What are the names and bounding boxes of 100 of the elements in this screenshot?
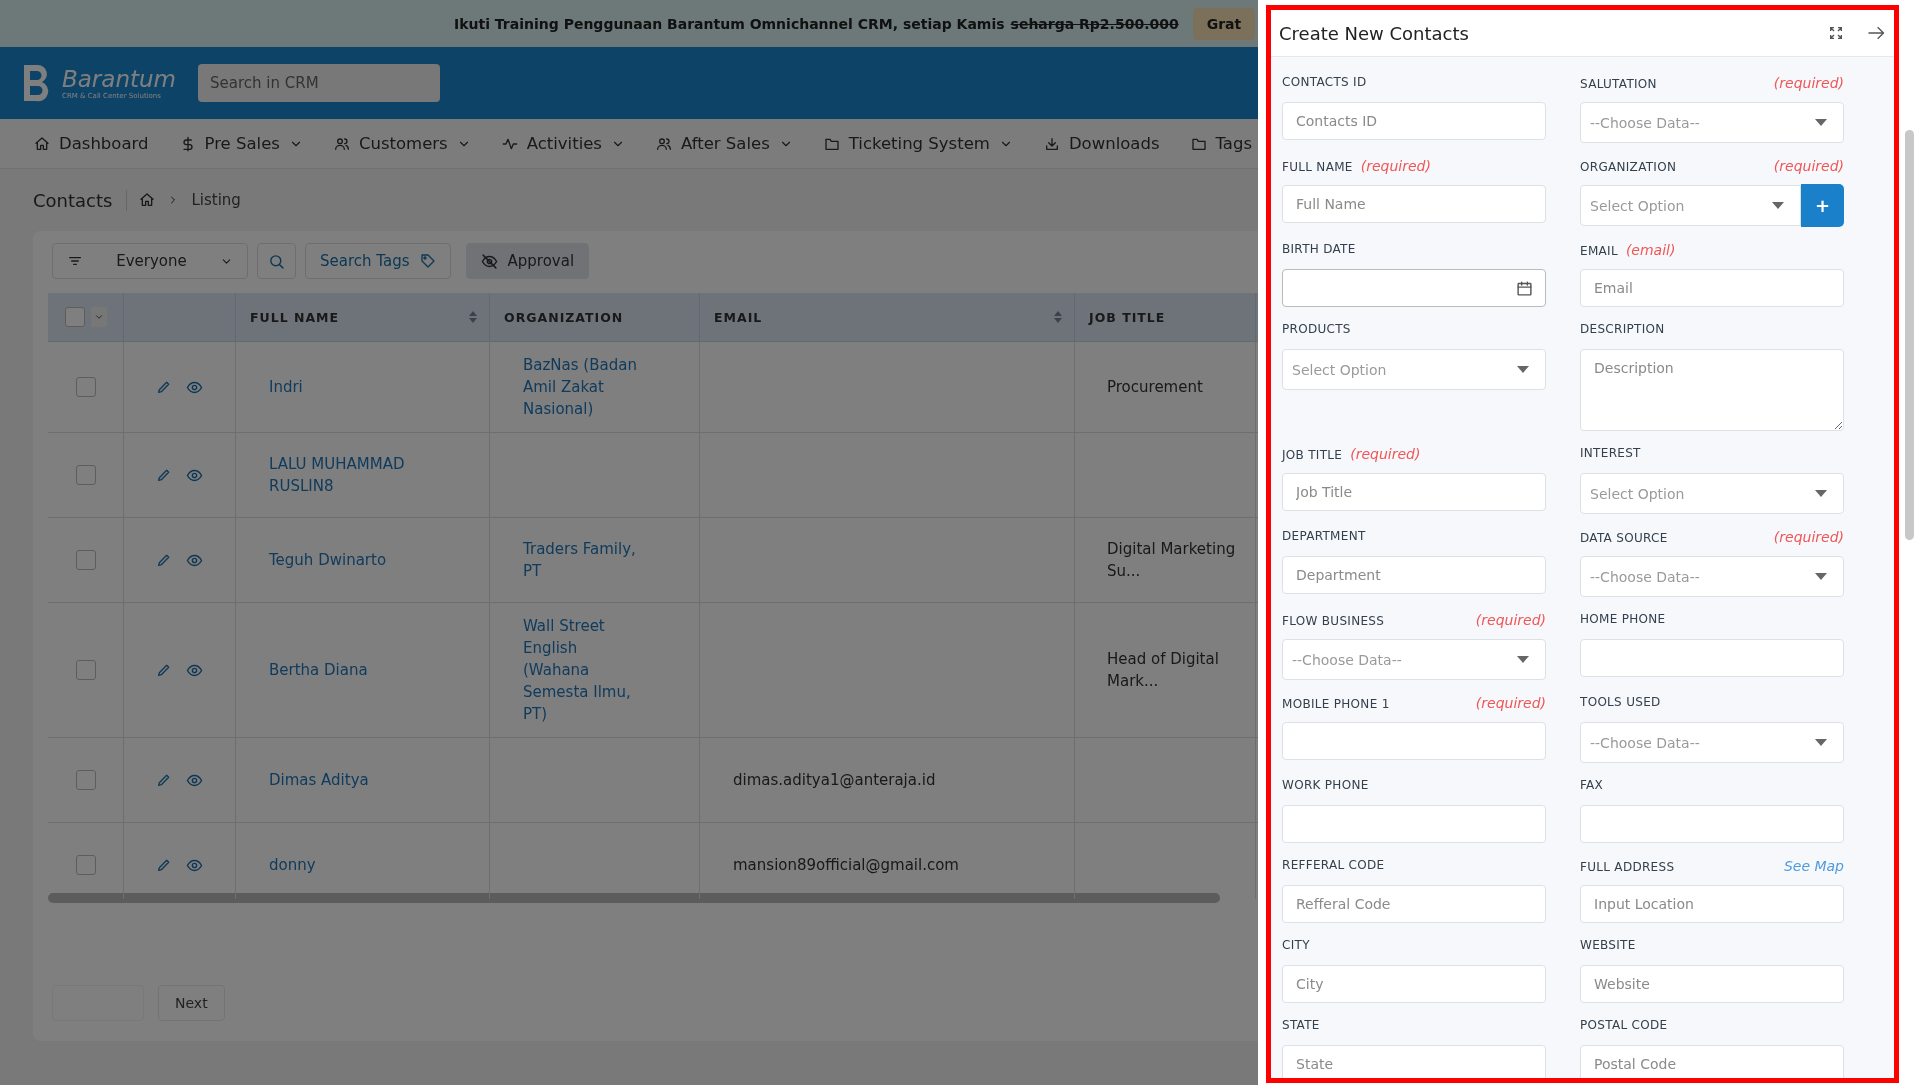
text-area[interactable]: Description: [1580, 349, 1844, 431]
text-field[interactable]: Input Location: [1580, 885, 1844, 923]
dropdown-caret-icon: [1815, 739, 1827, 746]
dropdown-caret-icon: [1815, 573, 1827, 580]
field-label: TOOLS USED: [1580, 695, 1661, 709]
download-icon: [1043, 135, 1060, 152]
search-button[interactable]: [257, 243, 296, 279]
nav-item[interactable]: Pre Sales: [179, 134, 303, 153]
field-label: REFFERAL CODE: [1282, 858, 1385, 872]
select-field[interactable]: Select Option: [1282, 349, 1546, 390]
date-field[interactable]: [1282, 269, 1546, 307]
row-checkbox[interactable]: [75, 377, 96, 397]
nav-item[interactable]: Dashboard: [34, 134, 149, 153]
select-field[interactable]: --Choose Data--: [1282, 639, 1546, 680]
text-field[interactable]: [1580, 639, 1844, 677]
contact-name-link[interactable]: donny: [269, 854, 316, 876]
old-price: seharga Rp2.500.000: [1010, 15, 1179, 32]
text-field[interactable]: [1282, 805, 1546, 843]
select-field[interactable]: Select Option: [1580, 473, 1844, 514]
select-field[interactable]: --Choose Data--: [1580, 722, 1844, 763]
add-button[interactable]: +: [1801, 184, 1844, 227]
field-label: BIRTH DATE: [1282, 242, 1356, 256]
expand-icon[interactable]: [1828, 25, 1844, 41]
email-cell-text: mansion89official@gmail.com: [733, 855, 959, 876]
text-field[interactable]: [1282, 722, 1546, 760]
vertical-scrollbar[interactable]: [1905, 130, 1914, 540]
column-header: FULL NAME: [250, 309, 340, 325]
select-field[interactable]: --Choose Data--: [1580, 556, 1844, 597]
sort-icon[interactable]: [469, 311, 477, 323]
approval-button[interactable]: Approval: [465, 243, 590, 279]
banner-button[interactable]: Grat: [1192, 7, 1256, 40]
row-checkbox[interactable]: [75, 855, 96, 875]
filter-dropdown[interactable]: Everyone: [52, 243, 248, 279]
field-hint: (required): [1475, 612, 1546, 628]
text-field[interactable]: City: [1282, 965, 1546, 1003]
search-field[interactable]: Search in CRM: [198, 64, 440, 102]
nav-item[interactable]: Customers: [333, 134, 471, 153]
home-icon: [139, 192, 156, 208]
contact-name-link[interactable]: Teguh Dwinarto: [269, 549, 387, 571]
breadcrumb-item: Listing: [191, 191, 241, 209]
banner-text: Ikuti Training Penggunaan Barantum Omnichannel CRM, setiap Kamis: [454, 15, 1005, 32]
field-label: FAX: [1580, 778, 1604, 792]
row-checkbox[interactable]: [75, 770, 96, 790]
contact-name-link[interactable]: Indri: [269, 376, 303, 398]
text-field[interactable]: Contacts ID: [1282, 102, 1546, 140]
see-map-link[interactable]: See Map: [1783, 858, 1844, 874]
users-icon: [655, 135, 672, 152]
brand-name: Barantum: [62, 65, 176, 92]
organization-link[interactable]: Traders Family, PT: [523, 538, 645, 582]
text-field[interactable]: Email: [1580, 269, 1844, 307]
search-tags-button[interactable]: Search Tags: [305, 243, 451, 279]
select-field[interactable]: --Choose Data--: [1580, 102, 1844, 143]
select-field[interactable]: Select Option: [1580, 185, 1801, 226]
eye-off-icon: [480, 252, 498, 270]
chevron-down-icon: [93, 312, 104, 322]
field-label: CONTACTS ID: [1282, 75, 1367, 89]
column-header: EMAIL: [714, 309, 763, 325]
panel-title: Create New Contacts: [1279, 22, 1470, 44]
next-button[interactable]: Next: [158, 985, 225, 1021]
text-field[interactable]: [1580, 805, 1844, 843]
field-label: WEBSITE: [1580, 938, 1636, 952]
text-field[interactable]: Job Title: [1282, 473, 1546, 511]
dropdown-caret-icon: [1517, 366, 1529, 373]
field-hint: (required): [1773, 75, 1844, 91]
edit-icon: [156, 772, 172, 788]
text-field[interactable]: Full Name: [1282, 185, 1546, 223]
row-checkbox[interactable]: [75, 465, 96, 485]
text-field[interactable]: Refferal Code: [1282, 885, 1546, 923]
field-label: HOME PHONE: [1580, 612, 1666, 626]
row-checkbox[interactable]: [75, 660, 96, 680]
contact-name-link[interactable]: Bertha Diana: [269, 659, 368, 681]
text-field[interactable]: Department: [1282, 556, 1546, 594]
field-label: PRODUCTS: [1282, 322, 1351, 336]
nav-item[interactable]: Downloads: [1043, 134, 1160, 153]
job-title-cell-text: Digital Marketing Su...: [1107, 539, 1237, 582]
field-label: FULL ADDRESS: [1580, 860, 1675, 874]
field-label: POSTAL CODE: [1580, 1018, 1668, 1032]
text-field[interactable]: Website: [1580, 965, 1844, 1003]
text-field[interactable]: State: [1282, 1045, 1546, 1078]
horizontal-scrollbar[interactable]: [48, 893, 1220, 903]
field-label: DESCRIPTION: [1580, 322, 1665, 336]
text-field[interactable]: Postal Code: [1580, 1045, 1844, 1078]
nav-item[interactable]: Activities: [501, 134, 625, 153]
field-label: DEPARTMENT: [1282, 529, 1366, 543]
select-all-checkbox[interactable]: [64, 307, 85, 327]
contact-name-link[interactable]: LALU MUHAMMAD RUSLIN8: [269, 453, 439, 497]
field-label: CITY: [1282, 938, 1310, 952]
organization-link[interactable]: Wall Street English (Wahana Semesta Ilmu, PT): [523, 615, 645, 725]
nav-item[interactable]: Ticketing System: [823, 134, 1013, 153]
field-label: DATA SOURCE: [1580, 531, 1668, 545]
nav-item[interactable]: After Sales: [655, 134, 793, 153]
select-menu-button[interactable]: [90, 307, 107, 327]
contact-name-link[interactable]: Dimas Aditya: [269, 769, 369, 791]
organization-link[interactable]: BazNas (Badan Amil Zakat Nasional): [523, 354, 645, 420]
row-checkbox[interactable]: [75, 550, 96, 570]
sort-icon[interactable]: [1054, 311, 1062, 323]
nav-item[interactable]: Tags: [1190, 134, 1253, 153]
email-cell-text: dimas.aditya1@anteraja.id: [733, 770, 936, 791]
field-label: WORK PHONE: [1282, 778, 1369, 792]
dropdown-caret-icon: [1815, 490, 1827, 497]
